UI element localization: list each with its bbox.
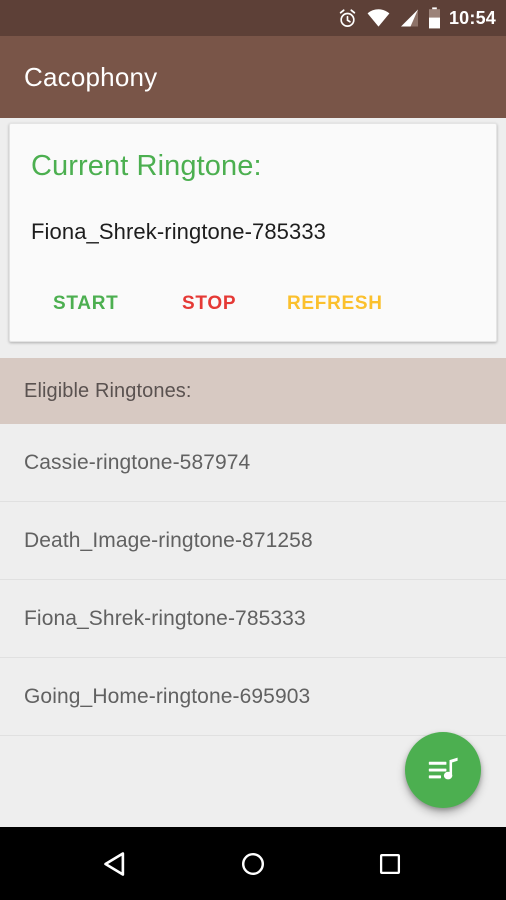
stop-button[interactable]: STOP [182, 294, 236, 313]
home-button[interactable] [223, 839, 283, 889]
list-item-label: Cassie-ringtone-587974 [24, 450, 251, 474]
android-nav-bar [0, 827, 506, 900]
list-item-label: Death_Image-ringtone-871258 [24, 528, 313, 552]
list-item-label: Going_Home-ringtone-695903 [24, 684, 311, 708]
list-item[interactable]: Death_Image-ringtone-871258 [0, 502, 506, 580]
android-screen: 10:54 Cacophony Current Ringtone: Fiona_… [0, 0, 506, 900]
list-item-label: Fiona_Shrek-ringtone-785333 [24, 606, 306, 630]
back-triangle-icon [101, 849, 131, 879]
home-circle-icon [239, 850, 267, 878]
eligible-ringtones-label: Eligible Ringtones: [24, 379, 192, 402]
back-button[interactable] [86, 839, 146, 889]
ringtone-list: Cassie-ringtone-587974 Death_Image-ringt… [0, 424, 506, 736]
queue-music-fab[interactable] [405, 732, 481, 808]
current-ringtone-card: Current Ringtone: Fiona_Shrek-ringtone-7… [9, 123, 497, 342]
signal-icon [399, 8, 419, 28]
start-button[interactable]: START [53, 294, 118, 313]
status-bar: 10:54 [0, 0, 506, 36]
current-ringtone-value: Fiona_Shrek-ringtone-785333 [31, 219, 327, 244]
list-item[interactable]: Going_Home-ringtone-695903 [0, 658, 506, 736]
app-bar: Cacophony [0, 36, 506, 118]
recents-square-icon [377, 851, 403, 877]
wifi-icon [367, 8, 390, 28]
refresh-button[interactable]: REFRESH [287, 294, 383, 313]
list-item[interactable]: Cassie-ringtone-587974 [0, 424, 506, 502]
app-title: Cacophony [24, 61, 158, 92]
eligible-ringtones-header: Eligible Ringtones: [0, 358, 506, 424]
recents-button[interactable] [360, 839, 420, 889]
alarm-icon [337, 8, 358, 29]
status-icon-group [337, 7, 441, 29]
card-title: Current Ringtone: [31, 150, 262, 182]
queue-music-icon [426, 753, 460, 787]
battery-icon [428, 7, 441, 29]
list-item[interactable]: Fiona_Shrek-ringtone-785333 [0, 580, 506, 658]
card-action-row: START STOP REFRESH [31, 294, 486, 328]
status-time: 10:54 [448, 8, 496, 28]
